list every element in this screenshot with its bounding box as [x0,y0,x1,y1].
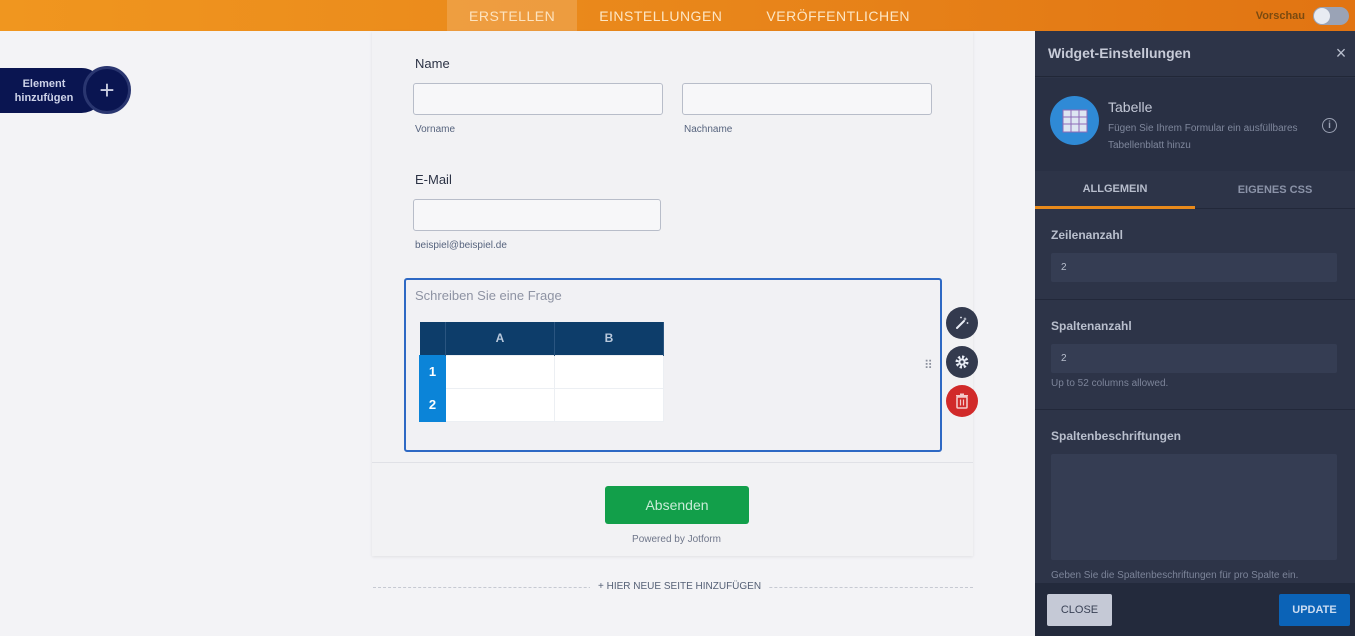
panel-header: Widget-Einstellungen × [1035,31,1355,77]
top-nav: ERSTELLEN EINSTELLUNGEN VERÖFFENTLICHEN [447,0,932,31]
preview-label: Vorschau [1255,9,1305,22]
panel-tabs: ALLGEMEIN EIGENES CSS [1035,171,1355,209]
info-icon[interactable]: i [1322,118,1337,133]
question-placeholder[interactable]: Schreiben Sie eine Frage [415,288,562,303]
column-labels-label: Spaltenbeschriftungen [1051,429,1182,443]
table-cell[interactable] [554,387,664,422]
columns-label: Spaltenanzahl [1051,319,1132,333]
rows-input[interactable]: 2 [1051,253,1337,282]
rows-label: Zeilenanzahl [1051,228,1124,242]
add-element-line1: Element [22,78,66,90]
close-icon[interactable]: × [1331,43,1351,63]
widget-name: Tabelle [1108,99,1153,115]
preview-toggle[interactable] [1313,6,1349,25]
toggle-knob [1314,7,1330,24]
preview-control: Vorschau [1256,0,1349,31]
corner-cell [419,322,446,355]
email-label: E-Mail [415,172,452,187]
last-name-sublabel: Nachname [684,124,733,135]
submit-button[interactable]: Absenden [605,486,749,524]
first-name-sublabel: Vorname [415,124,456,135]
form-divider [372,462,973,463]
row-number-2: 2 [419,387,446,422]
tab-einstellungen[interactable]: EINSTELLUNGEN [577,0,744,31]
name-label: Name [415,56,450,71]
delete-button[interactable] [946,385,978,417]
separator [1035,299,1355,300]
tab-eigenes-css[interactable]: EIGENES CSS [1195,171,1355,209]
add-element-label: Element hinzufügen [8,77,80,105]
table-header-row: A B [419,322,664,355]
table-widget-icon [1050,96,1099,145]
table-cell[interactable] [445,354,555,389]
close-button[interactable]: CLOSE [1047,594,1112,626]
table-row: 1 [419,354,664,389]
add-element-button[interactable]: + [83,66,131,114]
panel-footer: CLOSE UPDATE [1035,583,1355,636]
column-labels-help: Geben Sie die Spaltenbeschriftungen für … [1051,570,1299,581]
tab-erstellen[interactable]: ERSTELLEN [447,0,578,31]
add-page-link[interactable]: + HIER NEUE SEITE HINZUFÜGEN [590,581,770,592]
widget-description: Fügen Sie Ihrem Formular ein ausfüllbare… [1108,123,1298,151]
gear-icon [955,355,969,369]
add-element-line2: hinzufügen [14,92,74,104]
update-button[interactable]: UPDATE [1279,594,1350,626]
widget-settings-panel: Widget-Einstellungen × Tabelle Fügen Sie… [1035,31,1355,636]
column-header-b: B [554,322,664,355]
separator [1035,409,1355,410]
email-input[interactable] [413,199,661,231]
tab-veroeffentlichen[interactable]: VERÖFFENTLICHEN [744,0,932,31]
top-bar: ERSTELLEN EINSTELLUNGEN VERÖFFENTLICHEN … [0,0,1355,31]
column-labels-textarea[interactable] [1051,454,1337,560]
powered-by: Powered by Jotform [632,534,721,545]
panel-title: Widget-Einstellungen [1048,45,1191,61]
column-header-a: A [445,322,555,355]
spreadsheet-table: A B 1 2 [419,322,664,422]
email-sublabel: beispiel@beispiel.de [415,240,507,251]
columns-help: Up to 52 columns allowed. [1051,378,1169,389]
trash-icon [956,393,968,409]
table-cell[interactable] [445,387,555,422]
columns-input[interactable]: 2 [1051,344,1337,373]
last-name-input[interactable] [682,83,932,115]
tab-allgemein[interactable]: ALLGEMEIN [1035,171,1195,209]
magic-wand-button[interactable] [946,307,978,339]
plus-icon: + [99,74,115,105]
row-number-1: 1 [419,354,446,389]
first-name-input[interactable] [413,83,663,115]
widget-info: Tabelle Fügen Sie Ihrem Formular ein aus… [1035,78,1355,171]
table-cell[interactable] [554,354,664,389]
drag-handle-icon[interactable]: ⠿ [924,358,934,372]
settings-button[interactable] [946,346,978,378]
magic-wand-icon [956,316,969,329]
table-row: 2 [419,387,664,422]
